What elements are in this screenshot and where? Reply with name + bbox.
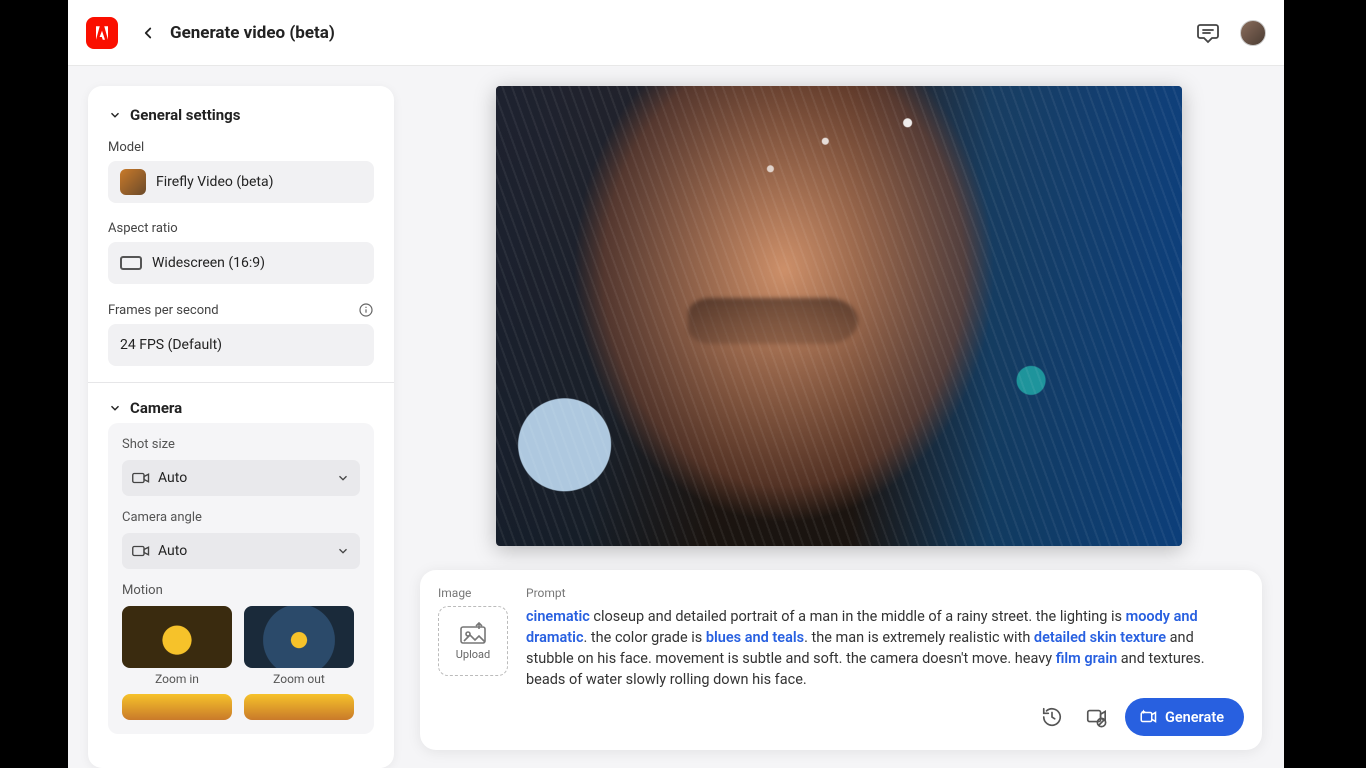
upload-image-icon — [460, 622, 486, 644]
generate-button[interactable]: Generate — [1125, 698, 1244, 736]
section-camera-title: Camera — [130, 399, 182, 417]
camera-angle-value: Auto — [158, 543, 187, 559]
user-avatar[interactable] — [1240, 20, 1266, 46]
motion-thumb-icon — [244, 606, 354, 668]
camera-angle-label: Camera angle — [122, 510, 360, 525]
motion-thumb-icon — [122, 606, 232, 668]
section-general[interactable]: General settings — [88, 106, 394, 130]
prompt-segment: . the man is extremely realistic with — [804, 629, 1034, 646]
motion-label: Motion — [122, 583, 360, 598]
back-button[interactable] — [134, 19, 162, 47]
motion-thumb-icon — [244, 694, 354, 720]
prompt-highlight: cinematic — [526, 608, 590, 625]
fps-select[interactable]: 24 FPS (Default) — [108, 324, 374, 366]
shot-size-value: Auto — [158, 470, 187, 486]
comments-icon[interactable] — [1194, 19, 1222, 47]
aspect-value: Widescreen (16:9) — [152, 255, 265, 271]
prompt-highlight: detailed skin texture — [1034, 629, 1166, 646]
upload-image-button[interactable]: Upload — [438, 606, 508, 676]
fps-label-text: Frames per second — [108, 303, 219, 318]
fps-label: Frames per second — [88, 292, 394, 324]
image-label: Image — [438, 586, 508, 600]
adobe-logo — [86, 17, 118, 49]
generate-label: Generate — [1165, 709, 1224, 726]
video-camera-icon — [132, 471, 150, 485]
aspect-select[interactable]: Widescreen (16:9) — [108, 242, 374, 284]
model-select[interactable]: Firefly Video (beta) — [108, 161, 374, 203]
video-preview[interactable] — [496, 86, 1182, 546]
negative-prompt-button[interactable] — [1081, 702, 1111, 732]
motion-zoom-in[interactable]: Zoom in — [122, 606, 232, 686]
prompt-text[interactable]: cinematic closeup and detailed portrait … — [526, 606, 1244, 690]
prompt-highlight: blues and teals — [706, 629, 804, 646]
settings-sidebar: General settings Model Firefly Video (be… — [88, 86, 394, 768]
history-button[interactable] — [1037, 702, 1067, 732]
model-value: Firefly Video (beta) — [156, 174, 273, 190]
motion-caption: Zoom in — [122, 672, 232, 686]
motion-caption: Zoom out — [244, 672, 354, 686]
chevron-down-icon — [336, 544, 350, 558]
motion-item[interactable] — [244, 694, 354, 720]
upload-label: Upload — [456, 648, 490, 661]
camera-panel: Shot size Auto Camera angle Auto Motion — [108, 423, 374, 734]
shot-size-label: Shot size — [122, 437, 360, 452]
fps-value: 24 FPS (Default) — [120, 337, 222, 353]
sparkle-icon — [1139, 708, 1157, 726]
motion-thumb-icon — [122, 694, 232, 720]
divider — [88, 382, 394, 383]
info-icon[interactable] — [358, 302, 374, 318]
section-camera[interactable]: Camera — [88, 399, 394, 423]
prompt-card: Image Upload Prompt cinematic closeup an… — [420, 570, 1262, 750]
video-camera-icon — [132, 544, 150, 558]
prompt-highlight: film grain — [1056, 650, 1118, 667]
aspect-label: Aspect ratio — [88, 211, 394, 242]
shot-size-select[interactable]: Auto — [122, 460, 360, 496]
prompt-label: Prompt — [526, 586, 1244, 600]
video-preview-frame — [496, 86, 1182, 546]
prompt-segment: closeup and detailed portrait of a man i… — [590, 608, 1126, 625]
topbar: Generate video (beta) — [68, 0, 1284, 66]
page-title: Generate video (beta) — [170, 23, 335, 43]
section-general-title: General settings — [130, 106, 240, 124]
model-thumb-icon — [120, 169, 146, 195]
prompt-segment: . the color grade is — [584, 629, 706, 646]
motion-zoom-out[interactable]: Zoom out — [244, 606, 354, 686]
model-label: Model — [88, 130, 394, 161]
motion-item[interactable] — [122, 694, 232, 720]
aspect-ratio-icon — [120, 256, 142, 270]
chevron-down-icon — [336, 471, 350, 485]
camera-angle-select[interactable]: Auto — [122, 533, 360, 569]
